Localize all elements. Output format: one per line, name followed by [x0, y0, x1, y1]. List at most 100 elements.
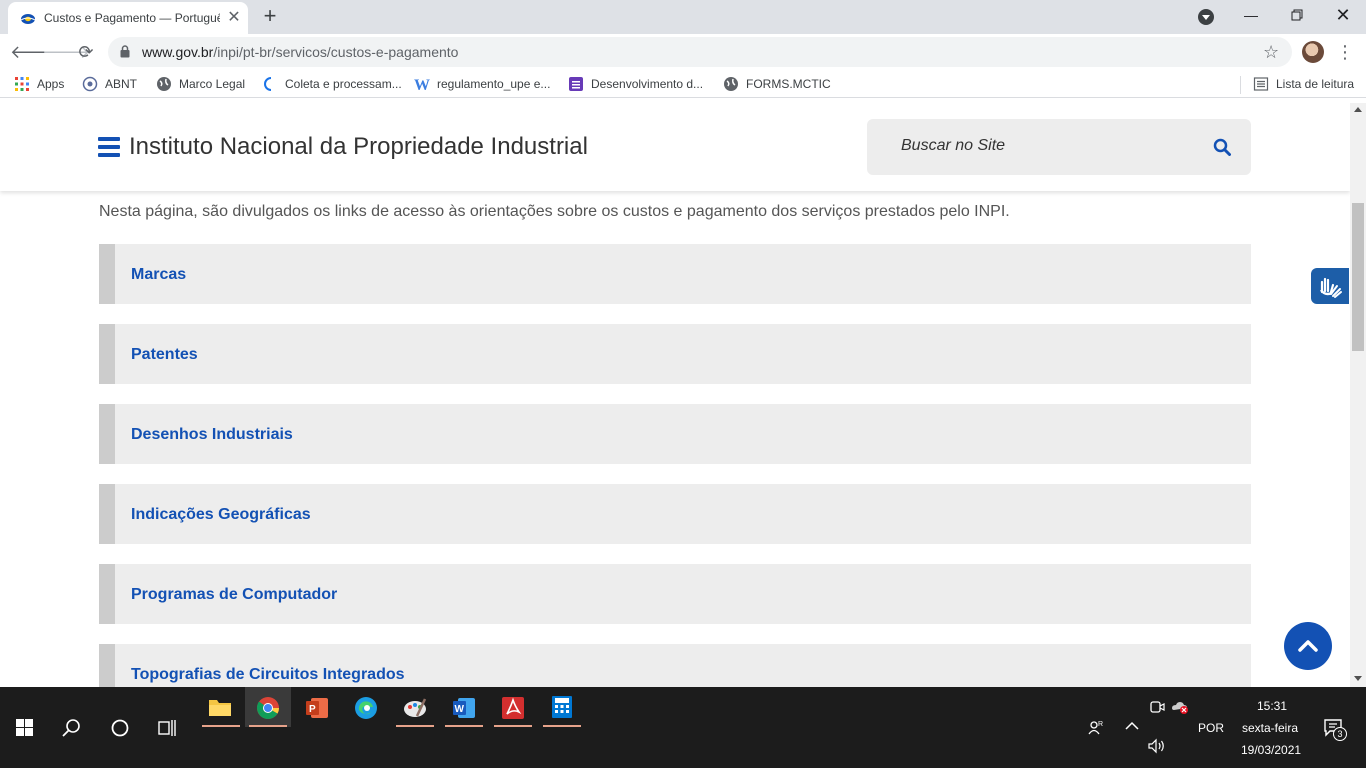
- lock-icon: [120, 45, 130, 58]
- taskbar-calculator[interactable]: [539, 687, 585, 727]
- word-icon: W: [453, 698, 475, 718]
- windows-taskbar: P W R POR 15:31 sexta-feira 19/03/2021 3: [0, 687, 1366, 768]
- taskbar-powerpoint[interactable]: P: [294, 687, 340, 727]
- svg-text:R: R: [1098, 721, 1103, 728]
- windows-start-icon[interactable]: [16, 719, 33, 736]
- site-title[interactable]: Instituto Nacional da Propriedade Indust…: [129, 133, 588, 161]
- forms-icon: [569, 77, 583, 91]
- list-item-programas-de-computador[interactable]: Programas de Computador: [99, 564, 1251, 624]
- apps-grid-icon: [15, 77, 29, 91]
- url-text: www.gov.br/inpi/pt-br/servicos/custos-e-…: [142, 44, 459, 60]
- item-label[interactable]: Programas de Computador: [131, 586, 337, 604]
- calculator-icon: [552, 696, 572, 718]
- sign-language-hands-icon: [1320, 277, 1342, 298]
- taskbar-paint[interactable]: [392, 687, 438, 727]
- browser-toolbar: 🡐 🡒 ⟳ www.gov.br/inpi/pt-br/servicos/cus…: [0, 34, 1366, 70]
- forward-arrow-icon[interactable]: 🡒: [42, 40, 90, 64]
- bookmark-forms-mctic[interactable]: FORMS.MCTIC: [723, 76, 831, 94]
- paint-palette-icon: [404, 698, 427, 717]
- taskbar-acrobat[interactable]: [490, 687, 536, 727]
- item-label[interactable]: Topografias de Circuitos Integrados: [131, 666, 405, 684]
- meet-now-icon[interactable]: [1149, 699, 1165, 715]
- globe-icon: [157, 77, 171, 91]
- page-scrollbar[interactable]: [1350, 103, 1366, 687]
- search-input[interactable]: [901, 137, 1201, 155]
- item-label[interactable]: Desenhos Industriais: [131, 426, 293, 444]
- volume-icon[interactable]: [1148, 738, 1166, 754]
- tab-close-icon[interactable]: ✕: [225, 9, 243, 27]
- acrobat-icon: [502, 697, 524, 719]
- bookmarks-bar: Apps ABNT Marco Legal Coleta e processam…: [0, 70, 1366, 98]
- browser-tab[interactable]: Custos e Pagamento — Português ✕: [8, 2, 248, 34]
- tab-search-icon[interactable]: [1198, 9, 1214, 25]
- folder-icon: [209, 700, 231, 716]
- scroll-down-arrow-icon[interactable]: [1354, 676, 1362, 681]
- svg-text:P: P: [309, 704, 316, 715]
- search-icon[interactable]: [1213, 138, 1231, 156]
- intro-text: Nesta página, são divulgados os links de…: [99, 203, 1010, 220]
- list-item-desenhos-industriais[interactable]: Desenhos Industriais: [99, 404, 1251, 464]
- coleta-icon: [264, 77, 272, 91]
- w-icon: W: [414, 77, 430, 92]
- back-arrow-icon[interactable]: 🡐: [10, 40, 58, 64]
- svg-text:W: W: [414, 77, 430, 92]
- back-to-top-button[interactable]: [1284, 622, 1332, 670]
- taskbar-edge[interactable]: [343, 687, 389, 727]
- globe-icon: [724, 77, 738, 91]
- list-item-topografias[interactable]: Topografias de Circuitos Integrados: [99, 644, 1251, 687]
- scrollbar-thumb[interactable]: [1352, 203, 1364, 351]
- restore-icon: [1291, 9, 1303, 21]
- item-label[interactable]: Indicações Geográficas: [131, 506, 311, 524]
- clock-day[interactable]: sexta-feira: [1242, 721, 1298, 735]
- reading-list[interactable]: Lista de leitura: [1240, 76, 1354, 94]
- notification-count-badge: 3: [1333, 727, 1347, 741]
- chevron-up-tray-icon[interactable]: [1125, 721, 1139, 731]
- profile-avatar[interactable]: [1302, 41, 1324, 63]
- taskbar-file-explorer[interactable]: [198, 687, 244, 727]
- chevron-up-icon: [1298, 640, 1318, 652]
- bookmark-star-icon[interactable]: ☆: [1263, 42, 1279, 63]
- tab-title: Custos e Pagamento — Português: [44, 11, 220, 25]
- bookmark-coleta[interactable]: Coleta e processam...: [262, 76, 402, 94]
- hamburger-menu-icon[interactable]: [98, 137, 120, 157]
- bookmark-regulamento[interactable]: Wregulamento_upe e...: [414, 76, 550, 94]
- restore-button[interactable]: [1274, 0, 1320, 30]
- scroll-up-arrow-icon[interactable]: [1354, 107, 1362, 112]
- svg-text:W: W: [455, 704, 465, 715]
- site-header: Instituto Nacional da Propriedade Indust…: [0, 103, 1350, 191]
- vlibras-accessibility-button[interactable]: [1311, 268, 1349, 304]
- address-bar[interactable]: www.gov.br/inpi/pt-br/servicos/custos-e-…: [108, 37, 1292, 67]
- item-label[interactable]: Marcas: [131, 266, 186, 284]
- bookmark-apps[interactable]: Apps: [14, 76, 64, 94]
- clock-date[interactable]: 19/03/2021: [1241, 743, 1301, 757]
- list-item-patentes[interactable]: Patentes: [99, 324, 1251, 384]
- taskbar-word[interactable]: W: [441, 687, 487, 727]
- clock-time[interactable]: 15:31: [1257, 699, 1287, 713]
- browser-tab-strip: Custos e Pagamento — Português ✕ + — ✕: [0, 0, 1366, 34]
- bookmark-abnt[interactable]: ABNT: [82, 76, 137, 94]
- cortana-icon[interactable]: [110, 718, 130, 738]
- task-view-icon[interactable]: [158, 718, 178, 738]
- search-taskbar-icon[interactable]: [62, 718, 82, 738]
- edge-icon: [355, 697, 377, 719]
- reload-icon[interactable]: ⟳: [74, 40, 98, 64]
- bookmark-marco-legal[interactable]: Marco Legal: [156, 76, 245, 94]
- page-viewport: Instituto Nacional da Propriedade Indust…: [0, 103, 1350, 687]
- bookmark-desenvolvimento[interactable]: Desenvolvimento d...: [568, 76, 703, 94]
- chrome-icon: [256, 697, 279, 719]
- close-window-button[interactable]: ✕: [1320, 0, 1366, 30]
- list-item-marcas[interactable]: Marcas: [99, 244, 1251, 304]
- brazil-flag-icon: [20, 14, 36, 24]
- list-item-indicacoes-geograficas[interactable]: Indicações Geográficas: [99, 484, 1251, 544]
- language-indicator[interactable]: POR: [1198, 721, 1224, 735]
- taskbar-chrome[interactable]: [245, 687, 291, 727]
- people-icon[interactable]: R: [1087, 718, 1105, 736]
- reading-list-icon: [1253, 77, 1269, 91]
- minimize-button[interactable]: —: [1228, 0, 1274, 30]
- browser-menu-icon[interactable]: ⋮: [1336, 40, 1354, 64]
- site-search: [867, 119, 1251, 175]
- onedrive-error-icon[interactable]: [1171, 699, 1189, 715]
- item-label[interactable]: Patentes: [131, 346, 198, 364]
- new-tab-button[interactable]: +: [258, 5, 282, 29]
- abnt-icon: [82, 76, 98, 92]
